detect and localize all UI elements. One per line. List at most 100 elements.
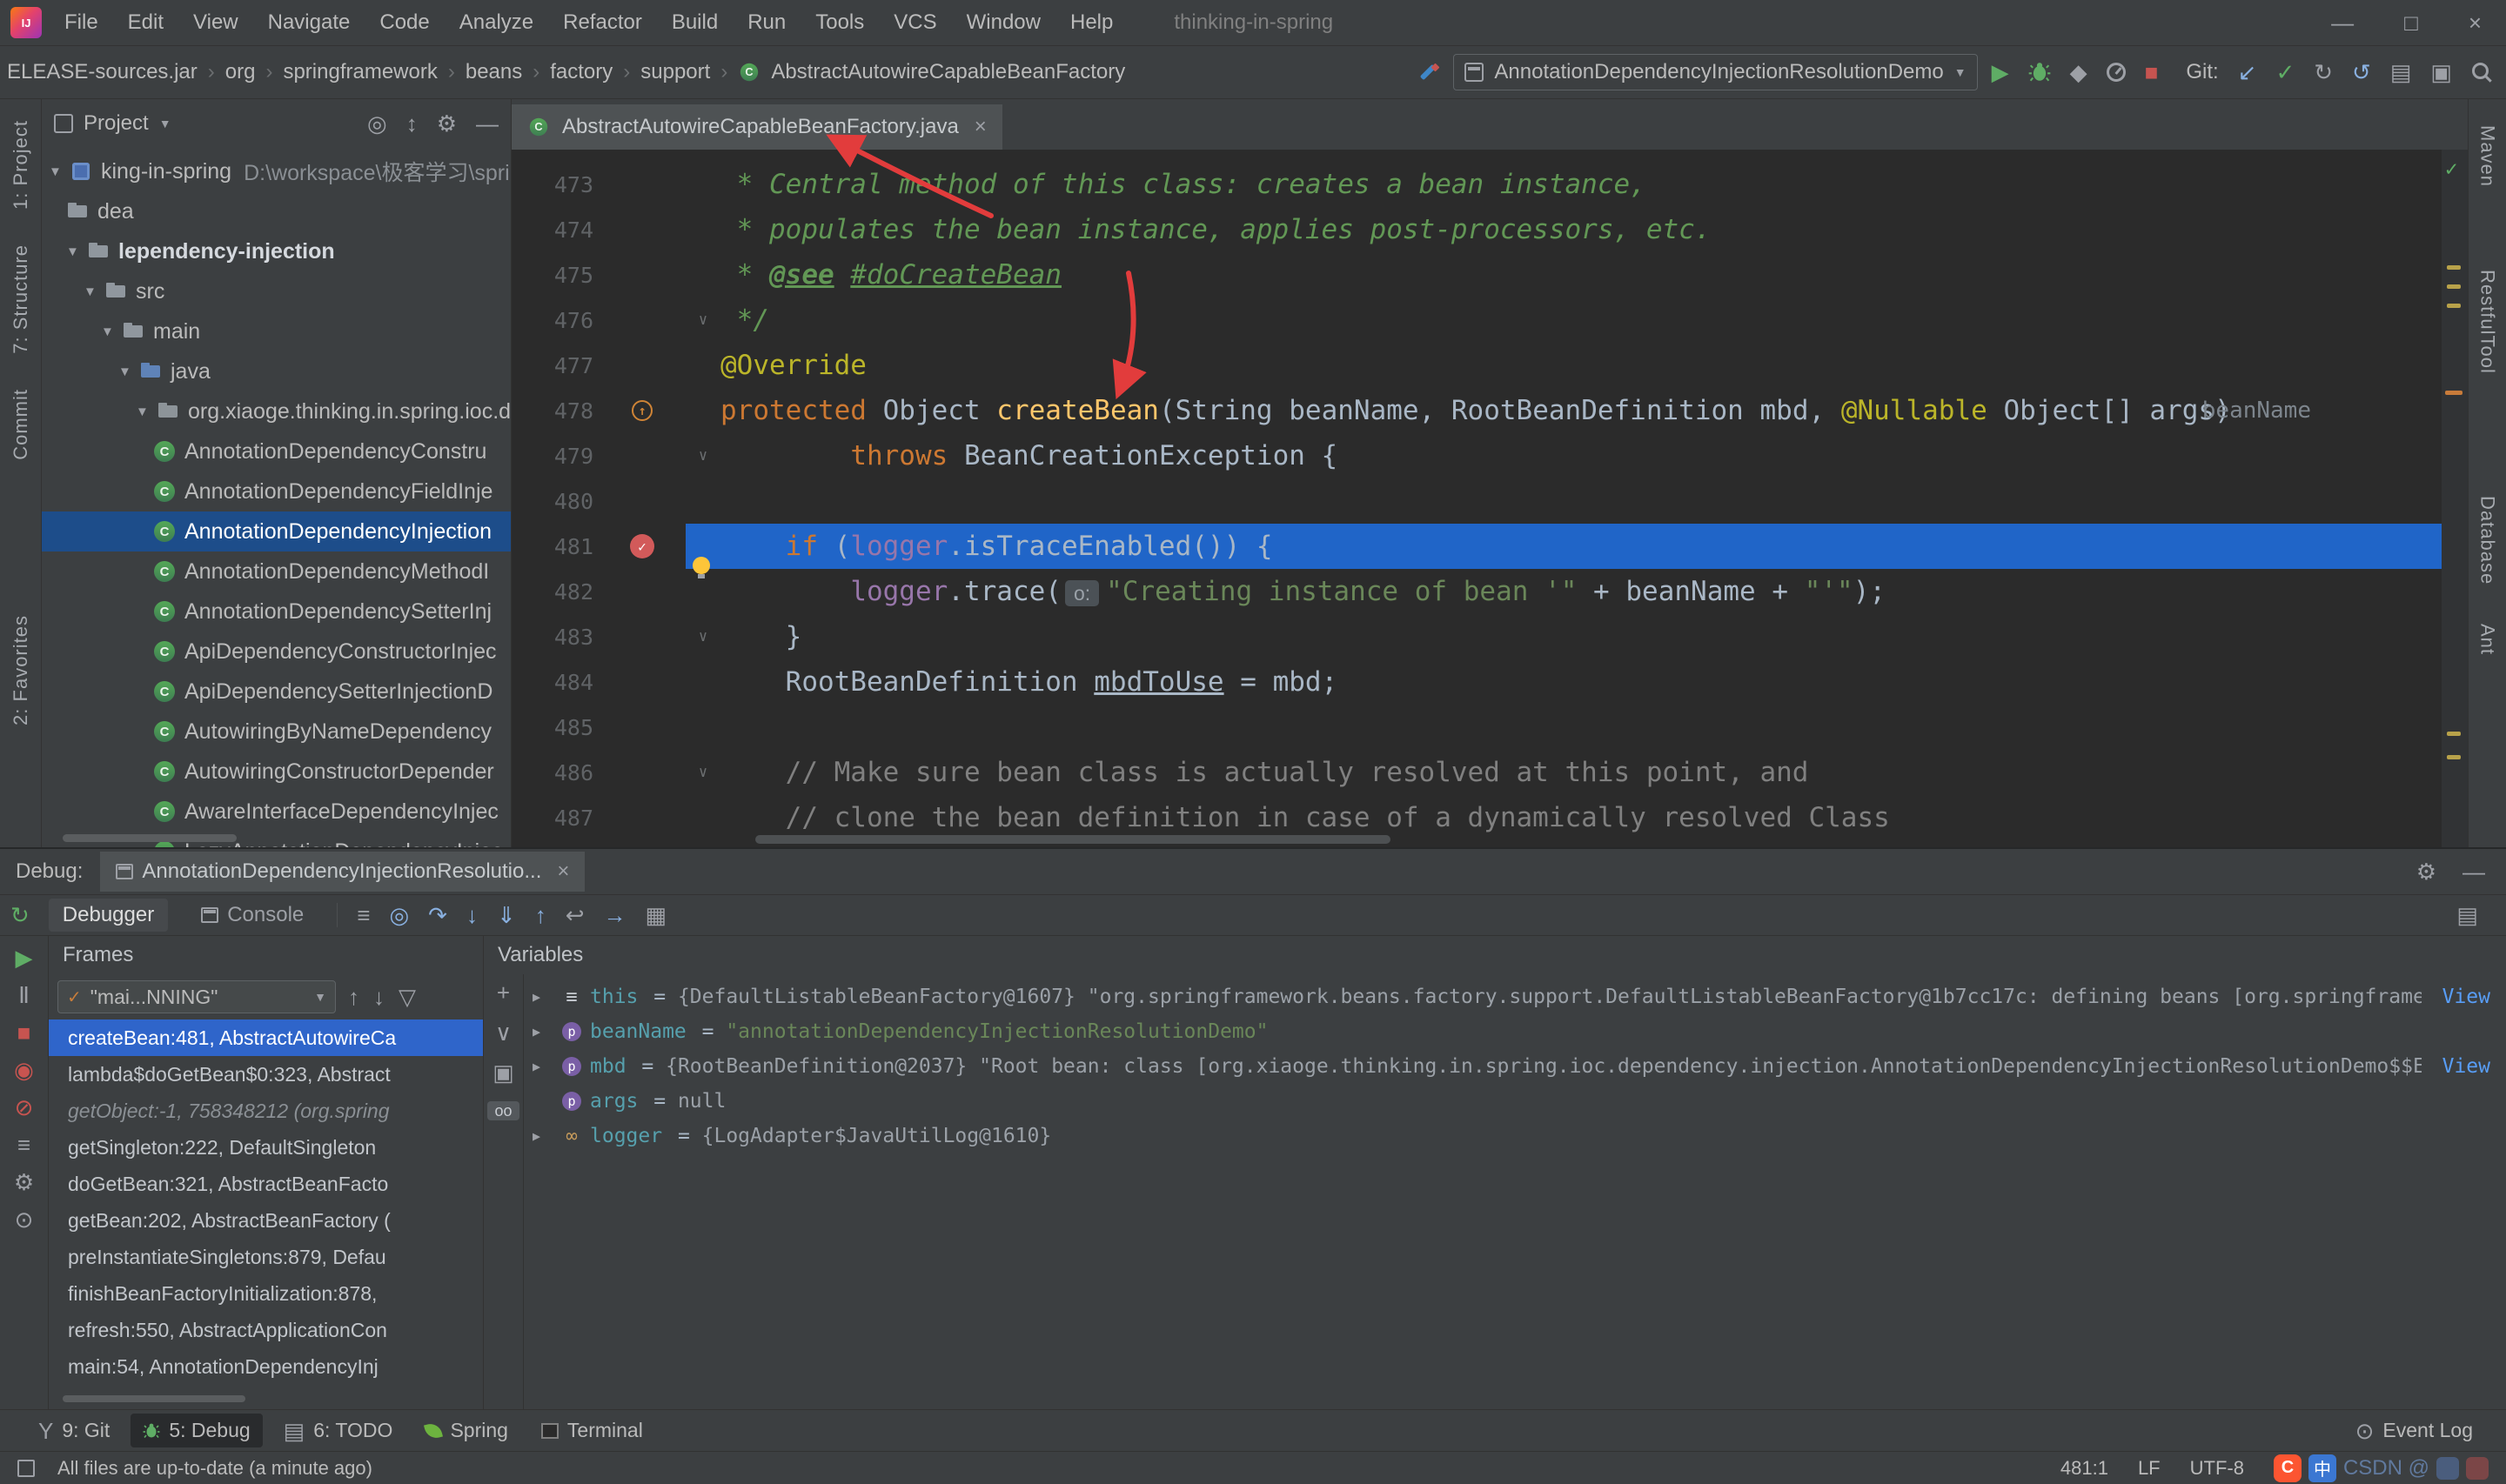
chevron-right-icon[interactable]: ▶ (533, 989, 559, 1005)
code-line-body[interactable]: ∨ } (686, 614, 2468, 659)
stack-frame[interactable]: preInstantiateSingletons:879, Defau (49, 1239, 483, 1275)
code-line-body[interactable]: logger.trace(o: "Creating instance of bea… (686, 569, 2468, 614)
code-line-body[interactable]: RootBeanDefinition mbdToUse = mbd; (686, 659, 2468, 705)
line-number[interactable]: 473 (512, 162, 599, 207)
tool-tab-event-log[interactable]: ⊙ Event Log (2343, 1414, 2485, 1447)
encoding-indicator[interactable]: UTF-8 (2190, 1457, 2244, 1480)
breakpoint-icon[interactable]: ✓ (630, 534, 654, 558)
line-number[interactable]: 482 (512, 569, 599, 614)
menu-item-help[interactable]: Help (1070, 10, 1113, 35)
stack-frame[interactable]: lambda$doGetBean$0:323, Abstract (49, 1056, 483, 1093)
tree-item-awareinterfacedependencyinjec[interactable]: AwareInterfaceDependencyInjec (42, 792, 511, 832)
code-line-body[interactable]: ∨ // Make sure bean class is actually re… (686, 750, 2468, 795)
close-tab-icon[interactable]: × (557, 859, 569, 884)
layout-settings-icon[interactable]: ▤ (2456, 904, 2478, 926)
gutter[interactable] (599, 162, 686, 207)
tool-button-2-favorites[interactable]: 2: Favorites (10, 615, 32, 725)
filter-icon[interactable]: ▽ (399, 986, 416, 1008)
fold-icon[interactable]: ∨ (699, 447, 707, 465)
stack-frame[interactable]: createBean:481, AbstractAutowireCa (49, 1019, 483, 1056)
profiler-icon[interactable] (2106, 63, 2126, 82)
collapse-all-icon[interactable]: ↕ (406, 112, 418, 135)
breadcrumb-item-elease-sources-jar[interactable]: ELEASE-sources.jar (7, 60, 198, 84)
stop-icon[interactable]: ■ (17, 1021, 31, 1044)
stack-frame[interactable]: getObject:-1, 758348212 (org.spring (49, 1093, 483, 1129)
line-number[interactable]: 477 (512, 343, 599, 388)
maximize-button[interactable]: □ (2404, 10, 2418, 37)
tree-item-annotationdependencyfieldinje[interactable]: AnnotationDependencyFieldInje (42, 471, 511, 511)
locate-icon[interactable]: ◎ (367, 112, 387, 135)
close-button[interactable]: × (2469, 10, 2482, 37)
variable-row-args[interactable]: p args = null (524, 1084, 2506, 1119)
code-line-body[interactable] (686, 705, 2468, 750)
gutter[interactable] (599, 750, 686, 795)
tool-button-1-project[interactable]: 1: Project (10, 120, 32, 210)
tool-button-7-structure[interactable]: 7: Structure (10, 244, 32, 354)
tree-item-annotationdependencymethodi[interactable]: AnnotationDependencyMethodI (42, 551, 511, 592)
menu-item-edit[interactable]: Edit (128, 10, 164, 35)
editor-tab[interactable]: AbstractAutowireCapableBeanFactory.java … (512, 104, 1002, 150)
breadcrumb-item-support[interactable]: support (640, 60, 710, 84)
error-stripe[interactable]: ✓ (2442, 150, 2468, 847)
line-number[interactable]: 484 (512, 659, 599, 705)
fold-icon[interactable]: ∨ (699, 764, 707, 781)
code-editor[interactable]: 473 * Central method of this class: crea… (512, 150, 2468, 847)
gutter[interactable] (599, 659, 686, 705)
breadcrumb-item-factory[interactable]: factory (550, 60, 613, 84)
code-line-body[interactable]: ∨ */ (686, 297, 2468, 343)
gutter[interactable] (599, 478, 686, 524)
line-number[interactable]: 479 (512, 433, 599, 478)
tree-item-annotationdependencyinjection[interactable]: AnnotationDependencyInjection (42, 511, 511, 551)
rollback-icon[interactable]: ↺ (2352, 61, 2371, 84)
menu-item-vcs[interactable]: VCS (894, 10, 936, 35)
line-number[interactable]: 474 (512, 207, 599, 252)
gutter[interactable] (599, 433, 686, 478)
tool-button-database[interactable]: Database (2476, 496, 2499, 585)
thread-selector[interactable]: ✓ "mai...NNING" ▼ (57, 980, 336, 1013)
thread-dump-icon[interactable]: ≡ (17, 1133, 30, 1156)
menu-item-window[interactable]: Window (967, 10, 1041, 35)
line-number[interactable]: 478 (512, 388, 599, 433)
step-into-icon[interactable]: ↓ (466, 904, 478, 926)
tree-item-annotationdependencysetterinj[interactable]: AnnotationDependencySetterInj (42, 592, 511, 632)
code-line-body[interactable]: * Central method of this class: creates … (686, 162, 2468, 207)
chevron-right-icon[interactable]: ▶ (533, 1128, 559, 1144)
menu-item-analyze[interactable]: Analyze (459, 10, 533, 35)
pause-icon[interactable]: Ⅱ (18, 984, 30, 1006)
tree-item-autowiringconstructordepender[interactable]: AutowiringConstructorDepender (42, 752, 511, 792)
menu-item-tools[interactable]: Tools (815, 10, 864, 35)
code-line-body[interactable]: * @see #doCreateBean (686, 252, 2468, 297)
stack-frame[interactable]: refresh:550, AbstractApplicationCon (49, 1312, 483, 1348)
line-number[interactable]: 487 (512, 795, 599, 840)
tab-debugger[interactable]: Debugger (48, 899, 169, 932)
tree-item-king-in-spring[interactable]: ▼ king-in-spring D:\workspace\极客学习\spring (42, 151, 511, 191)
menu-item-run[interactable]: Run (747, 10, 786, 35)
line-number[interactable]: 485 (512, 705, 599, 750)
code-line-body[interactable]: @Override (686, 343, 2468, 388)
override-marker-icon[interactable]: ↑ (632, 400, 653, 421)
tool-button-maven[interactable]: Maven (2476, 125, 2499, 187)
tool-tab-6-todo[interactable]: ▤ 6: TODO (271, 1414, 405, 1447)
tree-item-apidependencysetterinjectiond[interactable]: ApiDependencySetterInjectionD (42, 672, 511, 712)
gutter[interactable] (599, 795, 686, 840)
stack-frame[interactable]: getBean:202, AbstractBeanFactory ( (49, 1202, 483, 1239)
breadcrumb-item-abstractautowirecapablebeanfactory[interactable]: AbstractAutowireCapableBeanFactory (738, 60, 1125, 84)
tree-item-annotationdependencyconstru[interactable]: AnnotationDependencyConstru (42, 431, 511, 471)
breadcrumb-item-beans[interactable]: beans (466, 60, 522, 84)
fold-icon[interactable]: ∨ (699, 628, 707, 645)
coverage-icon[interactable]: ◆ (2070, 61, 2087, 84)
menu-item-navigate[interactable]: Navigate (268, 10, 351, 35)
breadcrumb-item-org[interactable]: org (225, 60, 256, 84)
gutter[interactable] (599, 252, 686, 297)
variable-row-this[interactable]: ▶ ≡ this = {DefaultListableBeanFactory@160… (524, 979, 2506, 1014)
tree-item-org-xiaoge-thinking-in-spring-ioc-dep[interactable]: ▼ org.xiaoge.thinking.in.spring.ioc.dep (42, 391, 511, 431)
tool-button-commit[interactable]: Commit (10, 389, 32, 460)
line-number[interactable]: 483 (512, 614, 599, 659)
resume-icon[interactable]: ▶ (16, 946, 33, 969)
horizontal-scrollbar[interactable] (63, 834, 237, 842)
copy-icon[interactable]: ▣ (492, 1061, 514, 1084)
update-project-icon[interactable]: ↙ (2238, 61, 2257, 84)
drop-frame-icon[interactable]: ↩ (566, 904, 585, 926)
settings-icon[interactable]: ⚙ (14, 1171, 34, 1193)
code-line-body[interactable]: protected Object createBean(String beanN… (686, 388, 2468, 433)
